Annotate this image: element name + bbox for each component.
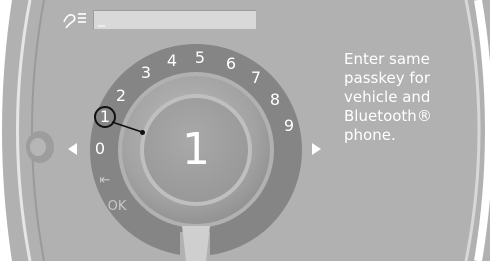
passkey-input-field[interactable]: _ xyxy=(93,10,256,29)
bluetooth-passkey-screen: _ Enter same passkey for vehicle and Blu… xyxy=(0,0,490,261)
speller-digit-8[interactable]: 8 xyxy=(270,92,280,108)
speller-digit-7[interactable]: 7 xyxy=(251,70,261,86)
speller-digit-5[interactable]: 5 xyxy=(195,50,205,66)
speller-digit-6[interactable]: 6 xyxy=(226,56,236,72)
instruction-line: Bluetooth® xyxy=(344,107,432,125)
left-arrow-icon[interactable] xyxy=(68,143,77,155)
instruction-line: vehicle and xyxy=(344,88,431,106)
instruction-line: passkey for xyxy=(344,69,430,87)
selected-digit: 1 xyxy=(182,124,210,175)
speller-digit-0[interactable]: 0 xyxy=(95,141,105,157)
instruction-text: Enter same passkey for vehicle and Bluet… xyxy=(344,50,464,145)
right-arrow-icon[interactable] xyxy=(312,143,321,155)
speller-digit-4[interactable]: 4 xyxy=(167,53,177,69)
delete-icon[interactable]: ⇤ xyxy=(100,173,111,189)
speller-digit-9[interactable]: 9 xyxy=(284,118,294,134)
voice-command-icon[interactable] xyxy=(60,8,88,30)
instruction-line: phone. xyxy=(344,126,396,144)
ok-button[interactable]: OK xyxy=(108,199,127,215)
speller-digit-1[interactable]: 1 xyxy=(100,109,110,125)
instruction-line: Enter same xyxy=(344,50,430,68)
callout-dot-icon xyxy=(140,130,145,135)
speller-digit-2[interactable]: 2 xyxy=(116,88,126,104)
speller-digit-3[interactable]: 3 xyxy=(141,65,151,81)
